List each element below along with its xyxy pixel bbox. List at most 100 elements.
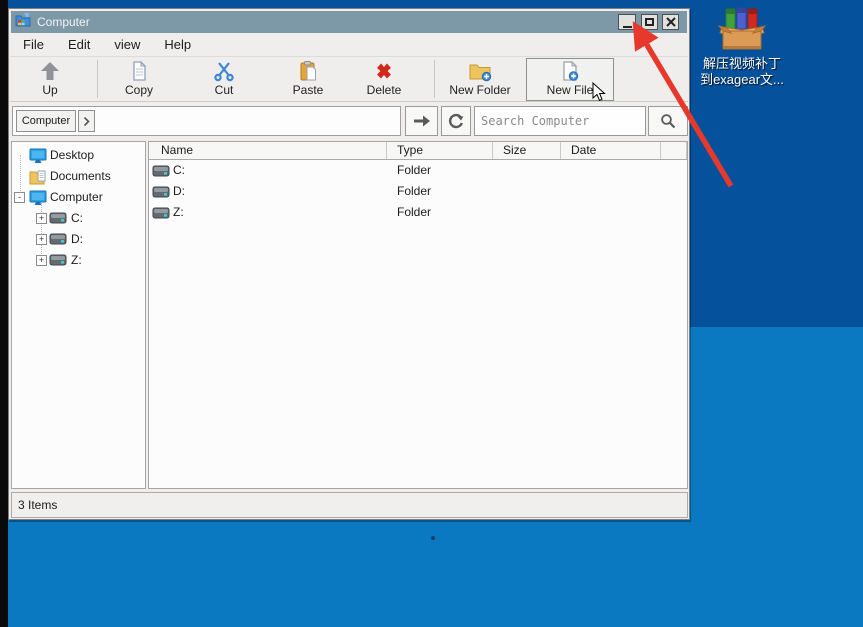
- screen-left-bezel: [0, 0, 8, 627]
- breadcrumb-chevron[interactable]: [78, 110, 95, 132]
- minimize-icon: [623, 26, 632, 28]
- cell-size: [493, 160, 561, 181]
- status-item-count: 3 Items: [18, 498, 57, 512]
- tree-item-label: Computer: [50, 187, 103, 208]
- cell-name: C:: [173, 163, 185, 177]
- tree-item-label: Desktop: [50, 145, 94, 166]
- column-header-date[interactable]: Date: [561, 142, 661, 159]
- search-input[interactable]: [474, 106, 646, 136]
- breadcrumb-bar[interactable]: Computer: [12, 106, 401, 136]
- folder-tree-panel: Desktop Documents -: [11, 141, 146, 489]
- app-icon: [15, 12, 31, 33]
- toolbar: Up Copy Cut: [10, 56, 688, 102]
- maximize-button[interactable]: [641, 14, 658, 30]
- tree-item-label: Documents: [50, 166, 111, 187]
- refresh-button[interactable]: [441, 106, 471, 136]
- menu-edit[interactable]: Edit: [68, 37, 90, 52]
- tree-item-label: D:: [71, 229, 83, 250]
- new-folder-button[interactable]: New Folder: [438, 59, 522, 100]
- cell-date: [561, 181, 661, 202]
- cell-type: Folder: [387, 202, 493, 223]
- go-arrow-icon: [413, 115, 431, 127]
- delete-x-icon: [372, 60, 396, 82]
- go-button[interactable]: [405, 106, 438, 136]
- paste-label: Paste: [293, 83, 324, 97]
- breadcrumb-computer[interactable]: Computer: [16, 110, 76, 132]
- cut-button[interactable]: Cut: [192, 59, 256, 100]
- file-list-panel: Name Type Size Date C: Folder: [148, 141, 688, 489]
- toolbar-separator: [434, 60, 435, 98]
- new-file-label: New File: [547, 83, 594, 97]
- drive-icon: [152, 164, 170, 178]
- tree-item-label: C:: [71, 208, 83, 229]
- copy-button[interactable]: Copy: [107, 59, 171, 100]
- up-label: Up: [42, 83, 57, 97]
- up-button[interactable]: Up: [18, 59, 82, 100]
- list-header: Name Type Size Date: [149, 142, 687, 160]
- new-file-icon: [558, 60, 582, 82]
- list-row-drive-z[interactable]: Z: Folder: [149, 202, 687, 223]
- new-file-button[interactable]: New File: [526, 58, 614, 101]
- paste-button[interactable]: Paste: [276, 59, 340, 100]
- drive-icon: [152, 206, 170, 220]
- tree-item-drive-c[interactable]: + C:: [12, 208, 145, 229]
- tree-item-documents[interactable]: Documents: [12, 166, 145, 187]
- menubar: File Edit view Help: [10, 33, 688, 56]
- cut-scissors-icon: [212, 60, 236, 82]
- expand-expander[interactable]: +: [36, 213, 47, 224]
- expand-expander[interactable]: +: [36, 234, 47, 245]
- tree-item-drive-d[interactable]: + D:: [12, 229, 145, 250]
- tree-item-drive-z[interactable]: + Z:: [12, 250, 145, 271]
- column-header-type[interactable]: Type: [387, 142, 493, 159]
- new-folder-label: New Folder: [449, 83, 510, 97]
- address-row: Computer: [10, 103, 688, 141]
- titlebar[interactable]: Computer: [11, 11, 687, 33]
- up-arrow-icon: [38, 60, 62, 82]
- tree-item-computer[interactable]: - Computer: [12, 187, 145, 208]
- chevron-right-icon: [83, 117, 90, 126]
- cell-date: [561, 160, 661, 181]
- copy-icon: [127, 60, 151, 82]
- cell-name: Z:: [173, 205, 184, 219]
- menu-help[interactable]: Help: [164, 37, 191, 52]
- close-button[interactable]: [662, 14, 679, 30]
- drive-icon: [49, 253, 67, 274]
- file-manager-window: Computer File Edit view Help Up: [8, 8, 690, 520]
- winrar-archive-icon: [717, 6, 767, 52]
- minimize-button[interactable]: [618, 14, 636, 30]
- cell-size: [493, 202, 561, 223]
- cell-date: [561, 202, 661, 223]
- refresh-icon: [448, 113, 464, 129]
- new-folder-icon: [467, 60, 493, 82]
- cell-type: Folder: [387, 160, 493, 181]
- list-row-drive-d[interactable]: D: Folder: [149, 181, 687, 202]
- cell-type: Folder: [387, 181, 493, 202]
- cut-label: Cut: [215, 83, 234, 97]
- list-row-drive-c[interactable]: C: Folder: [149, 160, 687, 181]
- desktop-shortcut-archive[interactable]: 解压视频补丁 到exagear文...: [695, 6, 789, 88]
- copy-label: Copy: [125, 83, 153, 97]
- collapse-expander[interactable]: -: [14, 192, 25, 203]
- column-header-size[interactable]: Size: [493, 142, 561, 159]
- tree-item-label: Z:: [71, 250, 82, 271]
- desktop-speck: [431, 536, 435, 540]
- menu-view[interactable]: view: [114, 37, 140, 52]
- search-icon: [660, 113, 676, 129]
- shortcut-label-line2: 到exagear文...: [695, 72, 789, 88]
- menu-file[interactable]: File: [23, 37, 44, 52]
- drive-icon: [152, 185, 170, 199]
- cell-name: D:: [173, 184, 185, 198]
- paste-clipboard-icon: [296, 60, 320, 82]
- delete-label: Delete: [367, 83, 402, 97]
- cell-size: [493, 181, 561, 202]
- column-header-name[interactable]: Name: [149, 142, 387, 159]
- column-header-blank: [661, 142, 687, 159]
- close-icon: [666, 17, 676, 27]
- shortcut-label-line1: 解压视频补丁: [695, 56, 789, 72]
- expand-expander[interactable]: +: [36, 255, 47, 266]
- statusbar: 3 Items: [11, 492, 688, 518]
- tree-item-desktop[interactable]: Desktop: [12, 145, 145, 166]
- search-button[interactable]: [648, 106, 688, 136]
- toolbar-separator: [97, 60, 98, 98]
- delete-button[interactable]: Delete: [352, 59, 416, 100]
